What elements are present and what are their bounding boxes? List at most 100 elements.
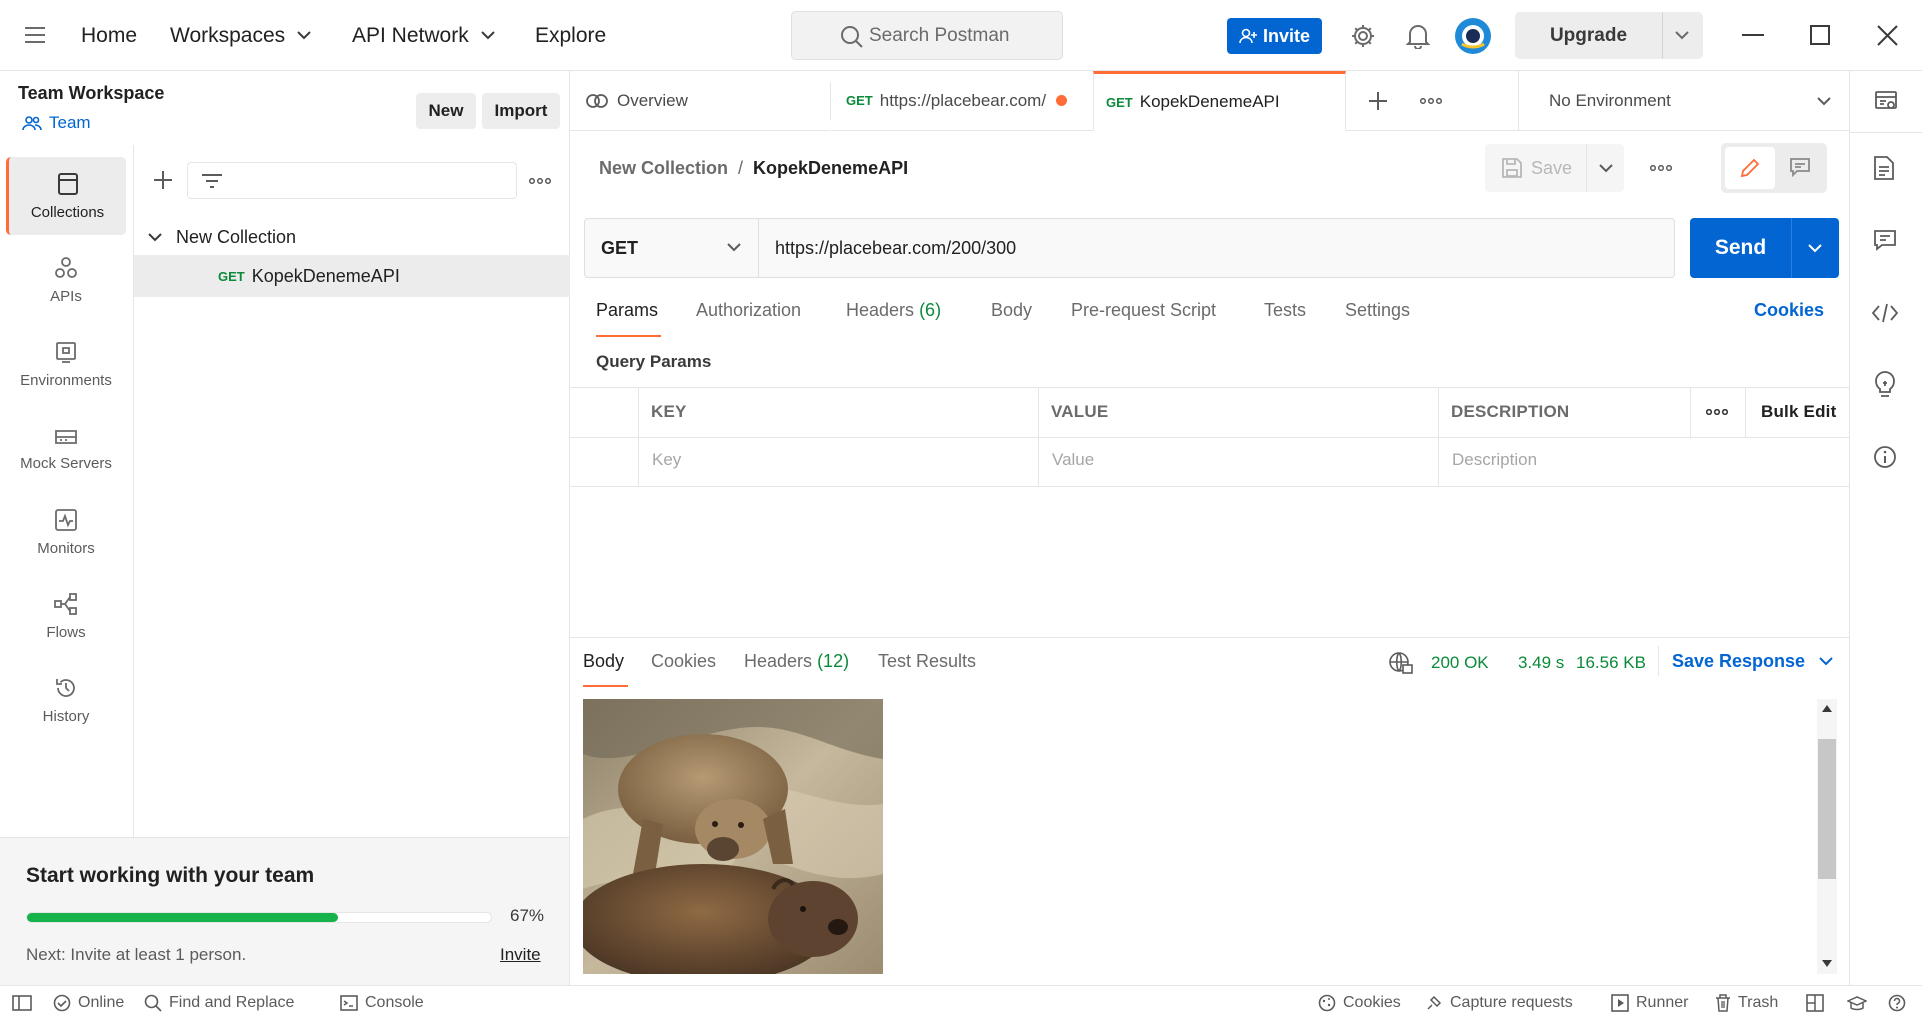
response-scrollbar[interactable] xyxy=(1817,699,1837,974)
chevron-down-icon[interactable] xyxy=(148,232,162,242)
two-pane-view-icon[interactable] xyxy=(1806,986,1824,1018)
tab-headers[interactable]: Headers (6) xyxy=(846,300,941,340)
scroll-thumb[interactable] xyxy=(1818,739,1836,879)
upgrade-button[interactable]: Upgrade xyxy=(1515,12,1703,59)
response-size[interactable]: 16.56 KB xyxy=(1576,653,1646,673)
new-button[interactable]: New xyxy=(416,93,476,129)
toggle-sidebar-icon[interactable] xyxy=(12,986,32,1018)
progress-bar xyxy=(26,912,492,923)
cookies-link[interactable]: Cookies xyxy=(1754,300,1824,340)
environment-selector[interactable]: No Environment xyxy=(1518,71,1849,131)
cookies-button[interactable]: Cookies xyxy=(1318,986,1401,1018)
url-input[interactable]: https://placebear.com/200/300 xyxy=(775,219,1016,277)
runner-button[interactable]: Runner xyxy=(1611,986,1688,1018)
tab-params[interactable]: Params xyxy=(596,300,661,340)
sidebar-item-environments[interactable]: Environments xyxy=(6,325,126,403)
progress-percent: 67% xyxy=(510,906,545,925)
save-response-button[interactable]: Save Response xyxy=(1672,651,1833,672)
request-title[interactable]: KopekDenemeAPI xyxy=(753,158,908,179)
console-button[interactable]: Console xyxy=(340,986,424,1018)
nav-explore[interactable]: Explore xyxy=(535,0,606,71)
tab-kopekdenemeapi[interactable]: GET KopekDenemeAPI xyxy=(1093,71,1346,131)
key-input[interactable]: Key xyxy=(652,450,681,470)
chevron-down-icon[interactable] xyxy=(1675,31,1689,40)
chevron-down-icon xyxy=(480,31,495,40)
sidebar-item-monitors[interactable]: Monitors xyxy=(6,493,126,571)
info-icon[interactable] xyxy=(1873,445,1897,469)
tab-authorization[interactable]: Authorization xyxy=(696,300,801,340)
minimize-window-icon[interactable] xyxy=(1742,34,1764,36)
find-replace-button[interactable]: Find and Replace xyxy=(144,986,294,1018)
sidebar-item-apis[interactable]: APIs xyxy=(6,241,126,319)
comment-mode-icon[interactable] xyxy=(1789,157,1811,177)
grid-line xyxy=(570,387,1849,388)
response-tab-headers[interactable]: Headers (12) xyxy=(744,651,849,672)
nav-home[interactable]: Home xyxy=(81,0,137,71)
edit-mode-button[interactable] xyxy=(1725,147,1775,189)
description-input[interactable]: Description xyxy=(1452,450,1537,470)
status-bar: Online Find and Replace Console Cookies … xyxy=(0,985,1922,1018)
tab-body[interactable]: Body xyxy=(991,300,1032,340)
more-columns-icon[interactable] xyxy=(1706,409,1728,415)
invite-button[interactable]: Invite xyxy=(1227,18,1322,54)
comments-icon[interactable] xyxy=(1873,228,1897,252)
import-button[interactable]: Import xyxy=(482,93,560,129)
new-tab-plus-icon[interactable] xyxy=(1368,91,1388,111)
request-item[interactable]: GET KopekDenemeAPI xyxy=(134,255,570,297)
response-time[interactable]: 3.49 s xyxy=(1518,653,1564,673)
sidebar-item-history[interactable]: History xyxy=(6,661,126,739)
maximize-window-icon[interactable] xyxy=(1810,25,1830,45)
tab-tests[interactable]: Tests xyxy=(1264,300,1306,340)
send-button[interactable]: Send xyxy=(1690,236,1791,260)
tab-pre-request-script[interactable]: Pre-request Script xyxy=(1071,300,1216,340)
chevron-down-icon[interactable] xyxy=(1599,163,1613,173)
network-globe-icon[interactable] xyxy=(1388,651,1414,675)
sidebar-item-mock-servers[interactable]: Mock Servers xyxy=(6,409,126,487)
save-button[interactable]: Save xyxy=(1485,144,1587,192)
collection-item[interactable]: New Collection xyxy=(148,219,296,255)
sidebar-item-collections[interactable]: Collections xyxy=(6,157,126,235)
lightbulb-icon[interactable] xyxy=(1873,371,1897,399)
search-input[interactable]: Search Postman xyxy=(791,11,1063,60)
close-window-icon[interactable] xyxy=(1877,25,1898,46)
more-options-icon[interactable] xyxy=(1650,165,1672,171)
sidebar-item-flows[interactable]: Flows xyxy=(6,577,126,655)
scroll-up-arrow-icon[interactable] xyxy=(1822,705,1832,712)
response-tab-body[interactable]: Body xyxy=(583,651,628,687)
help-icon[interactable] xyxy=(1888,986,1906,1018)
workspace-name[interactable]: Team Workspace xyxy=(18,83,164,104)
chevron-down-icon[interactable] xyxy=(1808,243,1822,253)
tab-placebear-request[interactable]: GET https://placebear.com/ xyxy=(831,71,1093,131)
code-snippet-icon[interactable] xyxy=(1871,303,1899,323)
notifications-bell-icon[interactable] xyxy=(1406,23,1430,49)
more-options-icon[interactable] xyxy=(529,178,551,184)
capture-requests-button[interactable]: Capture requests xyxy=(1425,986,1573,1018)
satellite-icon xyxy=(1425,994,1443,1012)
status-code[interactable]: 200 OK xyxy=(1431,653,1489,673)
nav-api-network[interactable]: API Network xyxy=(352,0,495,71)
response-tab-cookies[interactable]: Cookies xyxy=(651,651,716,672)
settings-gear-icon[interactable] xyxy=(1350,23,1376,49)
breadcrumb-parent[interactable]: New Collection xyxy=(599,158,728,179)
more-tabs-icon[interactable] xyxy=(1420,98,1442,104)
trash-button[interactable]: Trash xyxy=(1715,986,1778,1018)
method-select[interactable]: GET xyxy=(585,219,759,277)
grid-line xyxy=(570,486,1849,487)
value-input[interactable]: Value xyxy=(1052,450,1094,470)
filter-input[interactable] xyxy=(187,162,517,199)
tab-overview[interactable]: Overview xyxy=(570,71,830,131)
environment-quick-look-icon[interactable] xyxy=(1874,89,1898,113)
scroll-down-arrow-icon[interactable] xyxy=(1822,960,1832,967)
response-tab-test-results[interactable]: Test Results xyxy=(878,651,976,672)
online-status[interactable]: Online xyxy=(53,986,124,1018)
bootcamp-icon[interactable] xyxy=(1847,986,1867,1018)
add-collection-icon[interactable] xyxy=(153,170,173,190)
hamburger-menu-icon[interactable] xyxy=(24,26,46,44)
chevron-down-icon xyxy=(1819,657,1833,666)
bulk-edit-button[interactable]: Bulk Edit xyxy=(1761,402,1836,422)
tab-settings[interactable]: Settings xyxy=(1345,300,1410,340)
nav-workspaces[interactable]: Workspaces xyxy=(170,0,311,71)
documentation-icon[interactable] xyxy=(1873,155,1895,181)
avatar[interactable] xyxy=(1454,17,1492,55)
invite-link[interactable]: Invite xyxy=(500,945,541,965)
